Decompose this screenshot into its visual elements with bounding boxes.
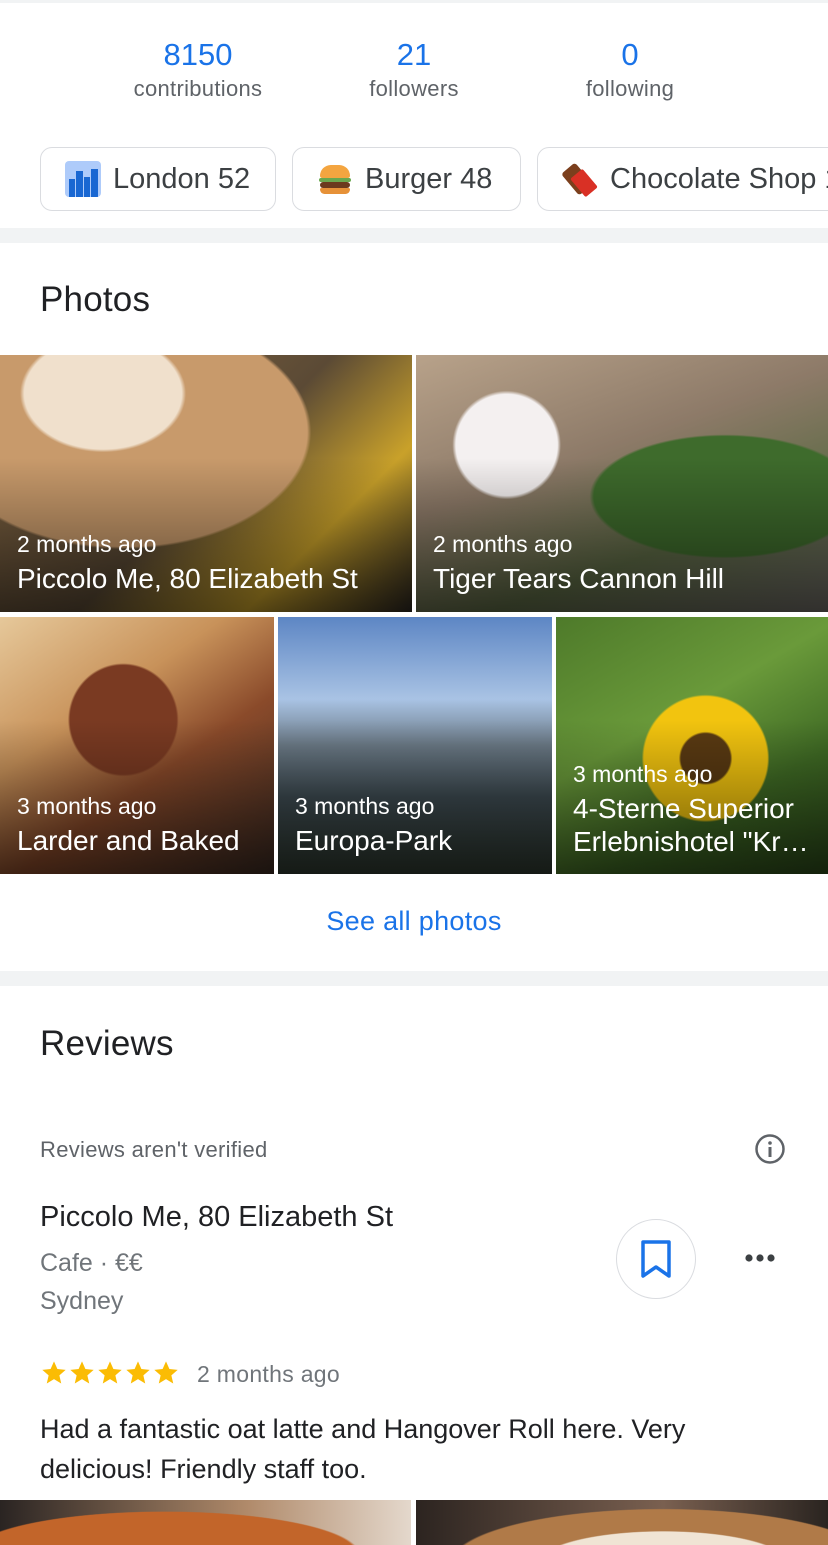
star-icon: [154, 1361, 178, 1384]
review-place-name[interactable]: Piccolo Me, 80 Elizabeth St: [40, 1201, 393, 1234]
photo-place: Tiger Tears Cannon Hill: [433, 563, 725, 594]
chip-london[interactable]: London 52: [40, 147, 276, 211]
photo-date: 3 months ago: [295, 793, 435, 819]
photo-tile[interactable]: 2 months ago Tiger Tears Cannon Hill: [416, 355, 828, 612]
star-icon: [70, 1361, 94, 1384]
see-all-photos-link[interactable]: See all photos: [0, 906, 828, 937]
photo-place: 4-Sterne Superior Erlebnishotel "Kr…: [573, 793, 809, 857]
photo-place: Europa-Park: [295, 825, 453, 856]
stat-followers[interactable]: 21 followers: [314, 36, 514, 104]
burger-icon: [317, 161, 353, 197]
more-horiz-icon: [736, 1254, 784, 1282]
photo-place: Piccolo Me, 80 Elizabeth St: [17, 563, 358, 594]
review-photo[interactable]: [416, 1500, 828, 1545]
stat-label: followers: [369, 76, 459, 101]
photos-heading: Photos: [40, 280, 151, 319]
chip-label: Burger 48: [365, 162, 493, 195]
photo-date: 2 months ago: [17, 531, 157, 557]
review-text: Had a fantastic oat latte and Hangover R…: [40, 1414, 686, 1484]
stat-following[interactable]: 0 following: [530, 36, 730, 104]
category-chips: London 52 Burger 48 Chocolate Shop 1: [40, 147, 828, 211]
review-photo[interactable]: [0, 1500, 411, 1545]
photo-tile[interactable]: 3 months ago 4-Sterne Superior Erlebnish…: [556, 617, 828, 874]
photo-tile[interactable]: 3 months ago Europa-Park: [278, 617, 552, 874]
stat-value: 21: [396, 37, 432, 72]
photo-date: 3 months ago: [17, 793, 157, 819]
star-icon: [98, 1361, 122, 1384]
rating-stars: [40, 1359, 180, 1391]
stat-contributions[interactable]: 8150 contributions: [98, 36, 298, 104]
review-place-city: Sydney: [40, 1287, 124, 1315]
photo-date: 3 months ago: [573, 761, 713, 787]
cityscape-icon: [65, 161, 101, 197]
review-date: 2 months ago: [197, 1361, 340, 1387]
top-divider: [0, 0, 828, 3]
chip-chocolate-shop[interactable]: Chocolate Shop 1: [537, 147, 828, 211]
stat-value: 0: [621, 37, 639, 72]
photo-tile[interactable]: 2 months ago Piccolo Me, 80 Elizabeth St: [0, 355, 412, 612]
review-place-category: Cafe · €€: [40, 1249, 143, 1277]
chip-burger[interactable]: Burger 48: [292, 147, 521, 211]
more-options-button[interactable]: [736, 1238, 784, 1278]
stat-label: following: [585, 76, 675, 101]
info-icon[interactable]: [754, 1133, 786, 1165]
reviews-unverified-notice: Reviews aren't verified: [40, 1137, 268, 1162]
section-divider: [0, 971, 828, 986]
stat-label: contributions: [133, 76, 263, 101]
star-icon: [126, 1361, 150, 1384]
chocolate-bar-icon: [561, 161, 598, 198]
section-divider: [0, 228, 828, 243]
photo-date: 2 months ago: [433, 531, 573, 557]
chip-label: Chocolate Shop 1: [610, 162, 828, 195]
photo-place: Larder and Baked: [17, 825, 240, 856]
stat-value: 8150: [163, 37, 233, 72]
profile-stats: 8150 contributions 21 followers 0 follow…: [0, 36, 828, 116]
reviews-heading: Reviews: [40, 1024, 174, 1063]
chip-label: London 52: [113, 162, 251, 195]
save-place-button[interactable]: [616, 1219, 696, 1299]
photo-tile[interactable]: 3 months ago Larder and Baked: [0, 617, 274, 874]
star-icon: [42, 1361, 66, 1384]
